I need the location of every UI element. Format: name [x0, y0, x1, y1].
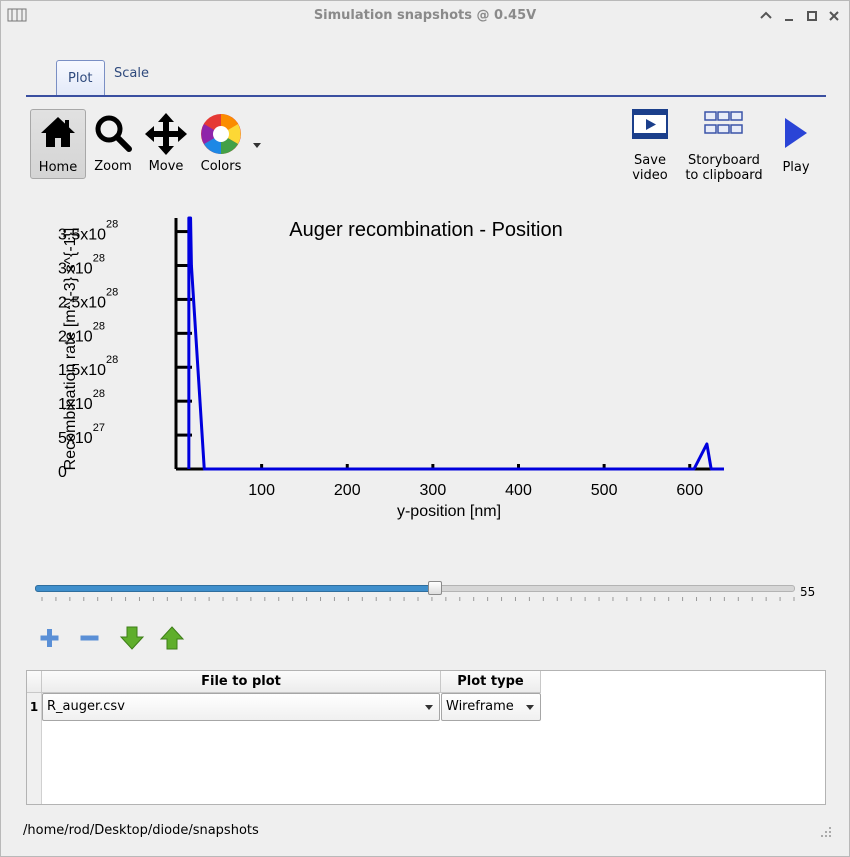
chart-series — [187, 216, 724, 471]
y-tick-label: 0 — [58, 464, 67, 481]
table-corner — [27, 671, 42, 693]
slider-value: 55 — [800, 585, 816, 599]
main-window: Simulation snapshots @ 0.45V Plot Scale … — [0, 0, 850, 857]
file-table: File to plot Plot type 1 R_auger.csv Wir… — [26, 670, 826, 805]
column-header-plot-type[interactable]: Plot type — [441, 671, 541, 693]
color-wheel-icon — [201, 114, 241, 154]
series-line — [187, 216, 724, 471]
home-icon — [41, 117, 75, 147]
y-tick-label: 3.5x1028 — [58, 219, 118, 244]
x-tick-label: 300 — [420, 482, 447, 499]
chart[interactable]: Auger recombination - Position y-positio… — [31, 201, 811, 531]
save-video-label-2: video — [632, 168, 668, 183]
move-icon — [145, 113, 187, 155]
slider-ticks — [41, 597, 795, 601]
storyboard-label-1: Storyboard — [688, 153, 760, 168]
chevron-up-icon[interactable] — [757, 7, 775, 25]
slider-handle[interactable] — [428, 581, 443, 595]
home-label: Home — [38, 160, 78, 175]
close-icon[interactable] — [825, 7, 843, 25]
storyboard-label-2: to clipboard — [685, 168, 763, 183]
file-select-value: R_auger.csv — [47, 699, 125, 714]
x-tick-label: 200 — [334, 482, 361, 499]
save-video-button[interactable]: Save video — [622, 109, 678, 183]
video-icon — [632, 109, 668, 139]
save-video-label-1: Save — [634, 153, 666, 168]
title-bar: Simulation snapshots @ 0.45V — [1, 1, 849, 31]
file-select[interactable]: R_auger.csv — [42, 693, 440, 721]
storyboard-button[interactable]: Storyboard to clipboard — [680, 109, 768, 183]
add-icon[interactable] — [37, 625, 63, 651]
zoom-label: Zoom — [94, 159, 132, 174]
storyboard-icon — [704, 111, 743, 134]
resize-grip-icon[interactable] — [821, 827, 831, 837]
x-tick-label: 500 — [591, 482, 618, 499]
file-list-toolbar — [37, 625, 237, 655]
zoom-button[interactable]: Zoom — [88, 109, 138, 177]
home-button[interactable]: Home — [30, 109, 86, 179]
chart-axes: 100 200 300 400 500 60005x10271x10281.5x10282… — [58, 218, 724, 499]
move-up-icon[interactable] — [159, 625, 185, 651]
x-tick-label: 600 — [676, 482, 703, 499]
play-button[interactable]: Play — [774, 109, 818, 183]
chart-title: Auger recombination - Position — [289, 219, 562, 241]
slider-fill — [35, 585, 437, 592]
status-path: /home/rod/Desktop/diode/snapshots — [23, 823, 259, 838]
play-icon — [785, 118, 807, 148]
x-tick-label: 400 — [505, 482, 532, 499]
toolbar: Home Zoom Move Colors Save video Storybo… — [26, 107, 826, 187]
tab-plot[interactable]: Plot — [56, 60, 105, 95]
search-icon — [95, 115, 132, 152]
move-label: Move — [148, 159, 184, 174]
x-tick-label: 100 — [248, 482, 275, 499]
chevron-down-icon — [526, 705, 534, 710]
move-button[interactable]: Move — [141, 109, 191, 177]
row-number[interactable]: 1 — [27, 693, 41, 722]
colors-button[interactable]: Colors — [196, 109, 246, 177]
column-header-file[interactable]: File to plot — [42, 671, 441, 693]
x-axis-label: y-position [nm] — [397, 503, 501, 520]
tab-underline — [26, 95, 826, 97]
remove-icon[interactable] — [77, 625, 103, 651]
move-down-icon[interactable] — [119, 625, 145, 651]
chevron-down-icon[interactable] — [252, 141, 262, 149]
play-label: Play — [782, 160, 810, 175]
plot-type-select[interactable]: Wireframe — [441, 693, 541, 721]
maximize-icon[interactable] — [803, 7, 821, 25]
chevron-down-icon — [425, 705, 433, 710]
plot-type-value: Wireframe — [446, 699, 514, 714]
window-title: Simulation snapshots @ 0.45V — [313, 8, 537, 23]
tab-scale[interactable]: Scale — [104, 58, 159, 92]
colors-label: Colors — [200, 159, 242, 174]
minimize-icon[interactable] — [780, 7, 798, 25]
tab-bar: Plot Scale — [26, 59, 826, 97]
